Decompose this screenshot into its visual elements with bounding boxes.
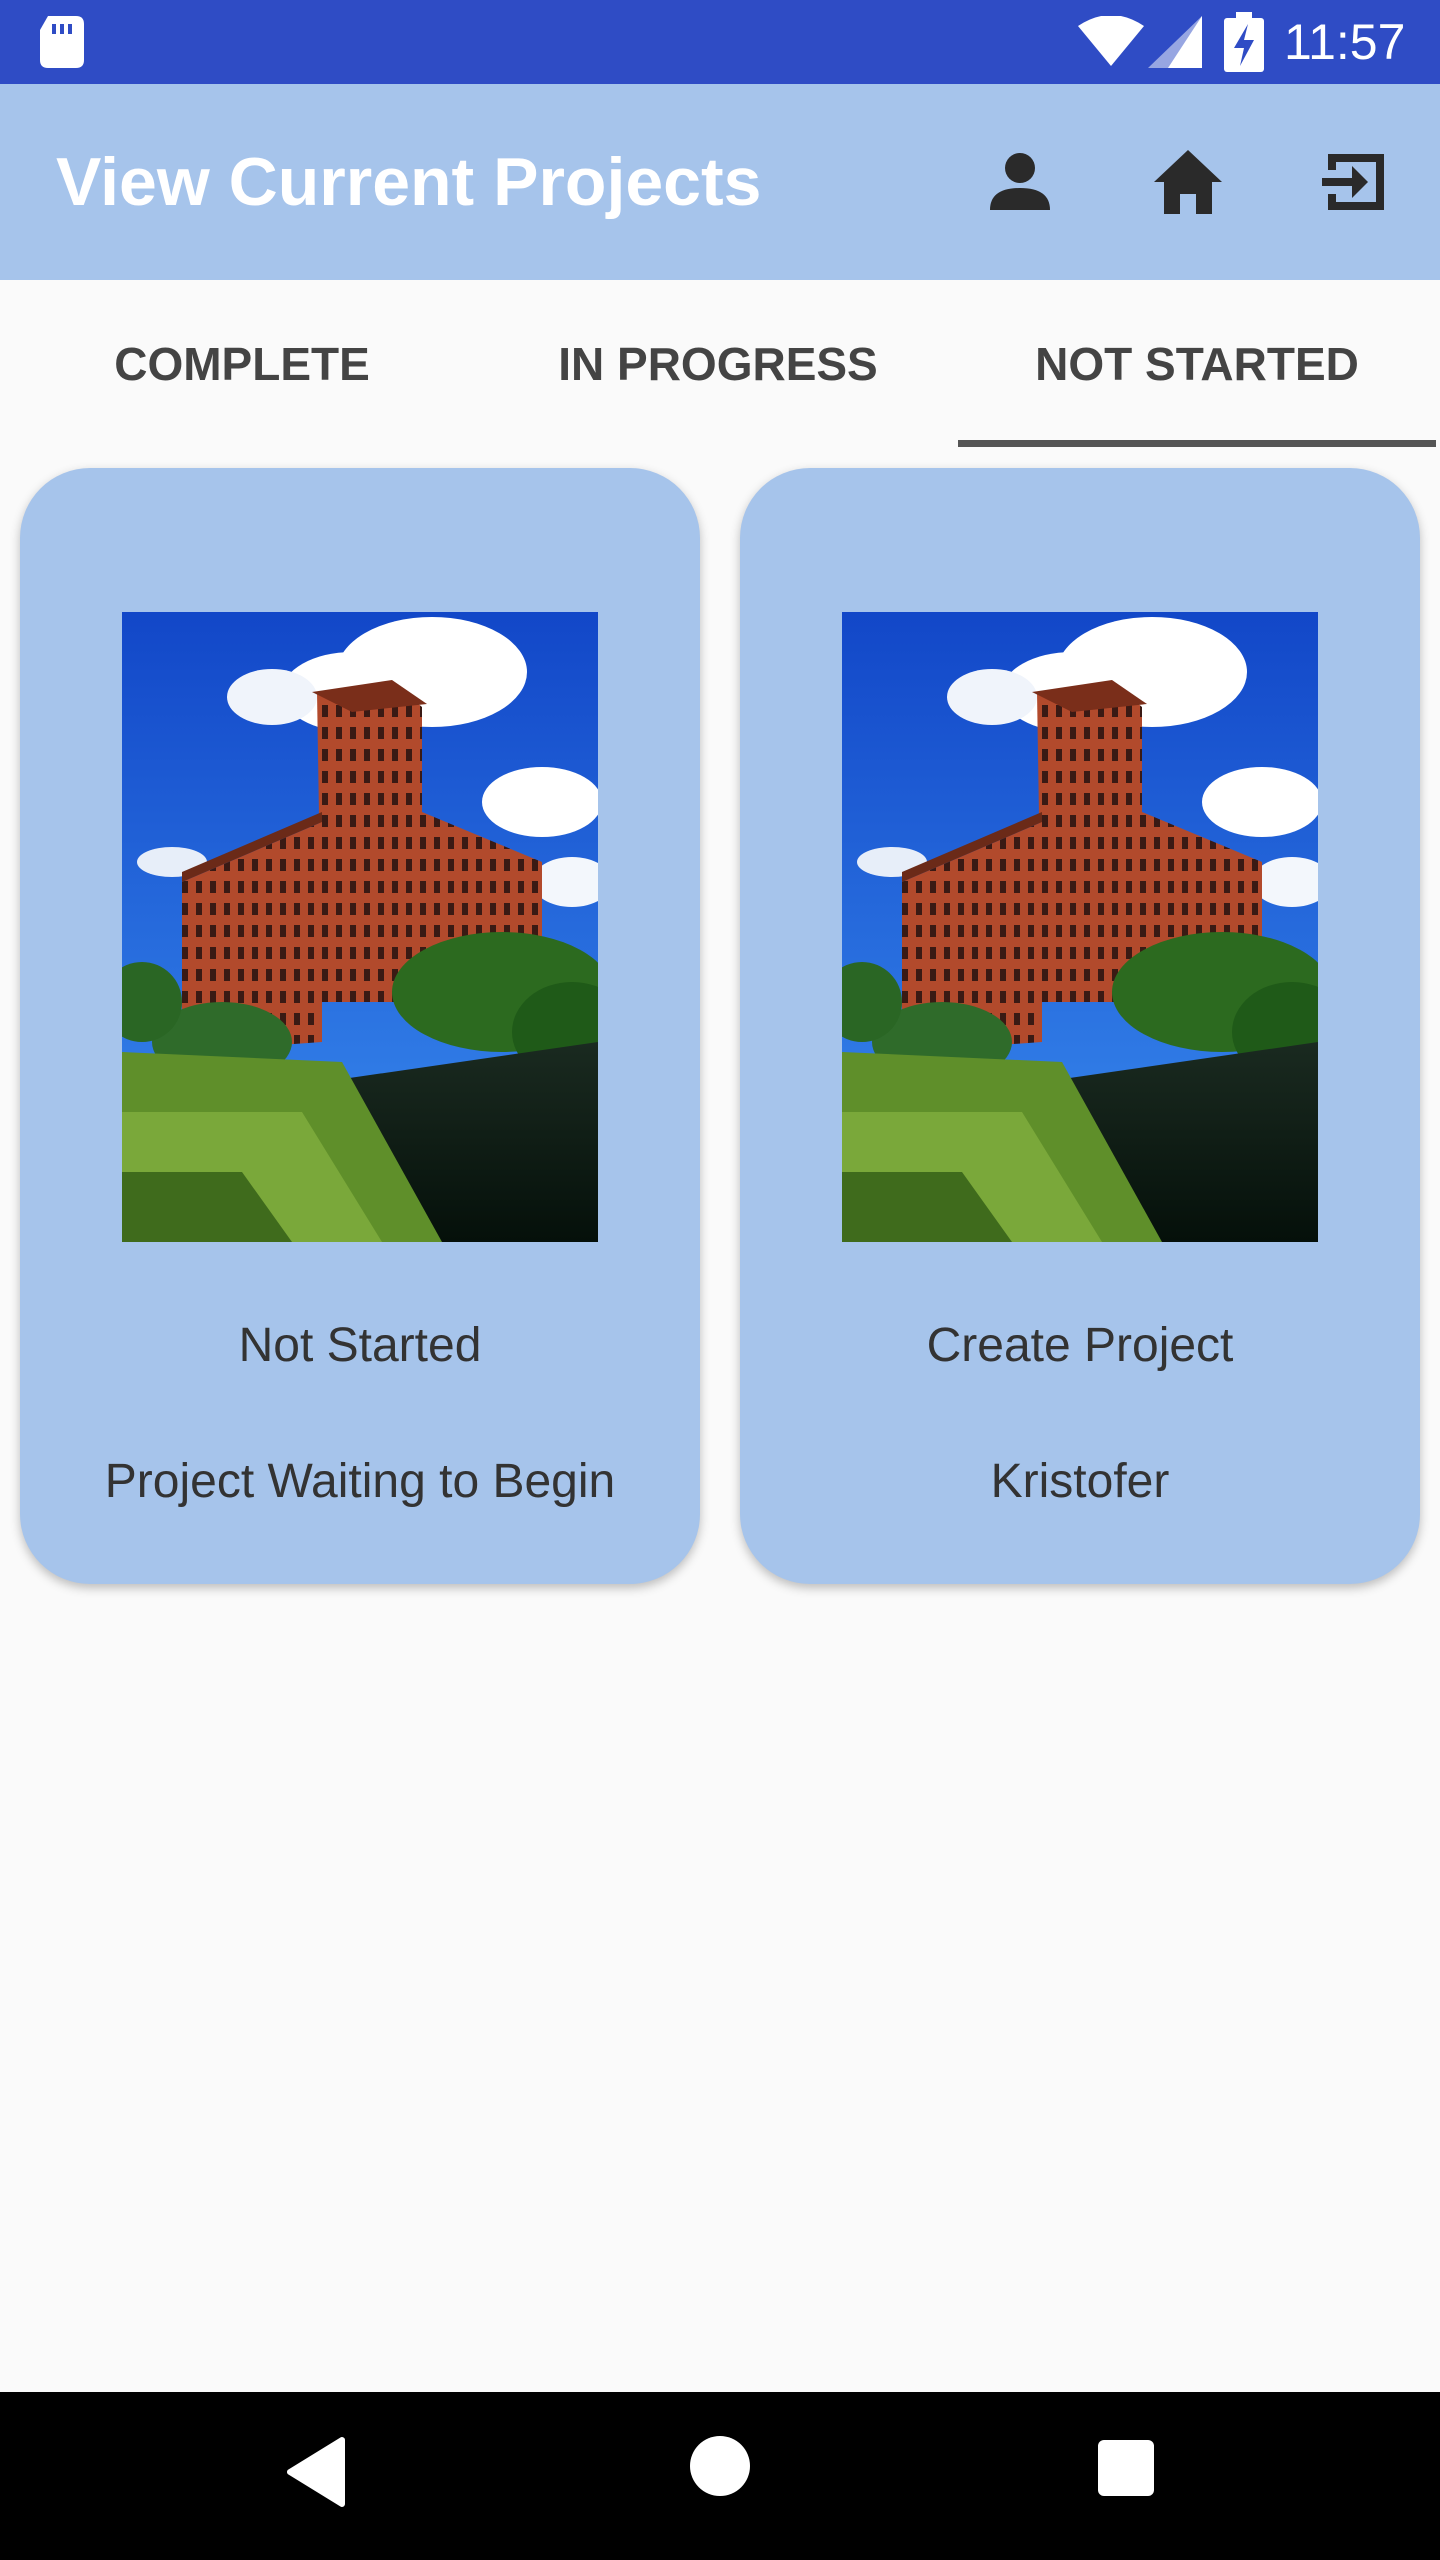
recents-icon[interactable] <box>1098 2440 1154 2496</box>
tab-complete[interactable]: COMPLETE <box>0 280 484 448</box>
home-circle-icon[interactable] <box>690 2436 750 2496</box>
project-card-subtitle: Project Waiting to Begin <box>104 1455 616 1508</box>
project-card-subtitle: Kristofer <box>990 1455 1170 1508</box>
project-card-title: Create Project <box>926 1319 1234 1372</box>
app-bar: View Current Projects <box>0 84 1440 280</box>
status-bar: 11:57 <box>0 0 1440 84</box>
system-nav-bar <box>0 2392 1440 2560</box>
home-icon[interactable] <box>1150 144 1226 220</box>
project-card-title: Not Started <box>238 1319 482 1372</box>
tab-not-started[interactable]: NOT STARTED <box>958 280 1436 448</box>
tab-in-progress[interactable]: IN PROGRESS <box>476 280 960 448</box>
exit-icon[interactable] <box>1318 144 1394 220</box>
signal-icon <box>1148 16 1202 68</box>
status-time: 11:57 <box>1284 14 1406 70</box>
back-icon[interactable] <box>286 2436 346 2508</box>
person-icon[interactable] <box>982 144 1058 220</box>
project-card-not-started[interactable]: Not Started Project Waiting to Begin <box>20 468 700 1584</box>
tab-selected-indicator <box>958 440 1436 447</box>
tab-bar: COMPLETE IN PROGRESS NOT STARTED <box>0 280 1440 448</box>
battery-charging-icon <box>1224 12 1264 72</box>
page-title: View Current Projects <box>56 144 762 220</box>
project-card-create-project[interactable]: Create Project Kristofer <box>740 468 1420 1584</box>
building-photo <box>122 612 598 1242</box>
wifi-icon <box>1078 16 1144 66</box>
sd-card-icon <box>40 16 84 68</box>
building-photo <box>842 612 1318 1242</box>
